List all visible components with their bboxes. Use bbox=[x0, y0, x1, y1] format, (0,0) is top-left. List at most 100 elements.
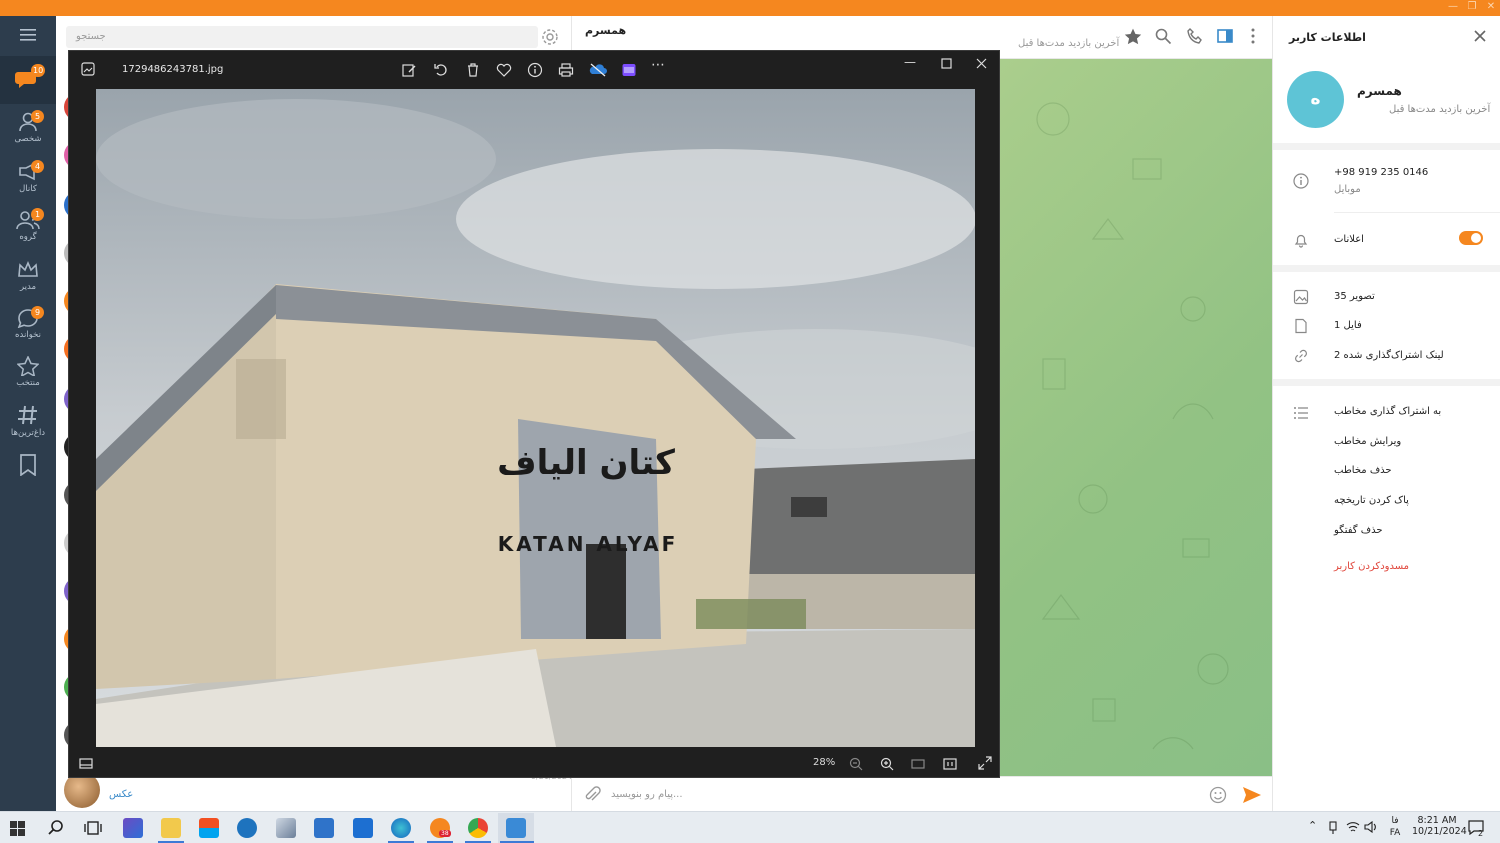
input-language[interactable]: فا FA bbox=[1385, 815, 1405, 839]
paperclip-icon[interactable] bbox=[583, 786, 601, 804]
notifications-toggle[interactable] bbox=[1459, 231, 1483, 245]
notepad-icon[interactable] bbox=[276, 818, 296, 838]
emoji-icon[interactable] bbox=[1209, 786, 1227, 804]
store-icon[interactable] bbox=[199, 818, 219, 838]
phone-icon[interactable] bbox=[1186, 27, 1204, 45]
divider bbox=[1273, 379, 1500, 386]
windows-start-icon[interactable] bbox=[10, 821, 25, 836]
file-explorer-icon[interactable] bbox=[161, 818, 181, 838]
task-view-icon[interactable] bbox=[84, 820, 102, 836]
folder-channel[interactable]: کانال 4 bbox=[0, 160, 56, 194]
badge: 4 bbox=[31, 160, 44, 173]
actual-size-icon[interactable] bbox=[943, 757, 957, 771]
photos-icon[interactable] bbox=[506, 818, 526, 838]
gear-icon[interactable] bbox=[541, 28, 559, 46]
rotate-icon[interactable] bbox=[433, 62, 449, 78]
divider bbox=[1334, 212, 1500, 213]
divider bbox=[1273, 143, 1500, 150]
message-input[interactable]: پیام رو بنویسید... bbox=[611, 789, 683, 800]
search-icon[interactable] bbox=[47, 819, 65, 837]
menu-button[interactable] bbox=[0, 28, 56, 42]
search-icon[interactable] bbox=[1154, 27, 1172, 45]
folder-group[interactable]: گروه 1 bbox=[0, 208, 56, 242]
more-horizontal-icon[interactable]: ⋯ bbox=[651, 57, 666, 73]
info-icon bbox=[1293, 173, 1309, 189]
folder-label: مدیر bbox=[19, 282, 37, 292]
close-icon[interactable] bbox=[1473, 29, 1487, 43]
user-name: همسرم bbox=[1357, 84, 1402, 98]
clipchamp-icon[interactable] bbox=[621, 62, 637, 78]
action-clear-history[interactable]: پاک کردن تاریخچه bbox=[1334, 495, 1409, 506]
close-icon[interactable] bbox=[976, 58, 987, 69]
edit-icon[interactable] bbox=[401, 62, 417, 78]
media-files[interactable]: 1 فایل bbox=[1334, 320, 1362, 331]
action-delete-contact[interactable]: حذف مخاطب bbox=[1334, 465, 1392, 476]
folder-unread[interactable]: نخوانده 9 bbox=[0, 306, 56, 340]
fit-to-window-icon[interactable] bbox=[911, 757, 925, 771]
hamburger-icon bbox=[20, 29, 36, 41]
app-v-icon[interactable] bbox=[237, 818, 257, 838]
close-icon[interactable]: ✕ bbox=[1484, 1, 1498, 12]
volume-icon[interactable] bbox=[1364, 821, 1378, 833]
badge: 9 bbox=[31, 306, 44, 319]
user-info-panel: اطلاعات کاربر ه همسرم آخرین بازدید مدت‌ه… bbox=[1272, 16, 1500, 811]
filmstrip-icon[interactable] bbox=[79, 757, 93, 771]
time: 8:21 AM bbox=[1417, 815, 1457, 826]
folder-favorites[interactable]: منتخب bbox=[0, 356, 56, 388]
action-block-user[interactable]: مسدودکردن کاربر bbox=[1334, 561, 1409, 572]
visual-studio-icon[interactable] bbox=[123, 818, 143, 838]
photos-app-icon bbox=[81, 62, 95, 76]
action-delete-chat[interactable]: حذف گفتگو bbox=[1334, 525, 1383, 536]
zoom-level: 28% bbox=[813, 757, 836, 768]
search-input[interactable]: جستجو bbox=[66, 26, 538, 48]
star-icon[interactable] bbox=[1124, 27, 1142, 45]
folder-personal[interactable]: شخصی 5 bbox=[0, 110, 56, 144]
avatar[interactable]: ه bbox=[1287, 71, 1344, 128]
edge-icon[interactable] bbox=[391, 818, 411, 838]
clock[interactable]: 8:21 AM 10/21/2024 bbox=[1412, 815, 1467, 837]
viewer-bottom-bar: 28% bbox=[69, 751, 999, 777]
media-links[interactable]: 2 لینک اشتراک‌گذاری شده bbox=[1334, 350, 1444, 361]
maximize-icon[interactable] bbox=[941, 58, 952, 69]
chevron-up-icon[interactable]: ⌃ bbox=[1308, 819, 1317, 832]
action-share-contact[interactable]: به اشتراک گذاری مخاطب bbox=[1334, 406, 1441, 417]
folder-label: شخصی bbox=[14, 134, 42, 144]
info-icon[interactable] bbox=[527, 62, 543, 78]
messenger-icon[interactable]: 38 bbox=[430, 818, 451, 838]
wifi-icon[interactable] bbox=[1346, 821, 1360, 833]
folder-label: منتخب bbox=[16, 378, 40, 388]
print-icon[interactable] bbox=[558, 62, 574, 78]
onedrive-off-icon[interactable] bbox=[589, 62, 607, 78]
usb-icon[interactable] bbox=[1327, 821, 1339, 835]
folder-trending[interactable]: داغ‌ترین‌ها bbox=[0, 404, 56, 438]
mail-icon[interactable] bbox=[353, 818, 373, 838]
folder-label: نخوانده bbox=[15, 330, 41, 340]
link-icon bbox=[1295, 349, 1307, 363]
folder-label: گروه bbox=[19, 232, 37, 242]
minimize-icon[interactable]: — bbox=[1446, 1, 1460, 12]
more-vertical-icon[interactable] bbox=[1244, 27, 1262, 45]
send-icon[interactable] bbox=[1242, 785, 1262, 805]
chat-title[interactable]: همسرم bbox=[585, 24, 626, 37]
maximize-icon[interactable]: ❐ bbox=[1465, 1, 1479, 12]
badge: 1 bbox=[31, 208, 44, 221]
phone-label: موبایل bbox=[1334, 184, 1361, 195]
side-panel-icon[interactable] bbox=[1216, 27, 1234, 45]
folder-admin[interactable]: مدیر bbox=[0, 260, 56, 292]
action-edit-contact[interactable]: ویرایش مخاطب bbox=[1334, 436, 1401, 447]
language-fa: فا bbox=[1391, 816, 1399, 826]
folder-saved[interactable] bbox=[0, 454, 56, 476]
delete-icon[interactable] bbox=[465, 62, 481, 78]
fullscreen-icon[interactable] bbox=[978, 756, 992, 770]
heart-icon[interactable] bbox=[496, 62, 512, 78]
phone-number[interactable]: +98 919 235 0146 bbox=[1334, 167, 1428, 178]
media-images[interactable]: 35 تصویر bbox=[1334, 291, 1375, 302]
chrome-icon[interactable] bbox=[468, 818, 488, 838]
zoom-in-icon[interactable] bbox=[880, 757, 894, 771]
taskbar: 38 ⌃ فا FA 8:21 AM 10/21/2024 2 bbox=[0, 811, 1500, 843]
folder-all-chats[interactable]: 10 bbox=[0, 56, 56, 104]
file-name: 1729486243781.jpg bbox=[122, 64, 224, 75]
app-window-icon[interactable] bbox=[314, 818, 334, 838]
zoom-out-icon[interactable] bbox=[849, 757, 863, 771]
minimize-icon[interactable]: — bbox=[904, 55, 916, 69]
